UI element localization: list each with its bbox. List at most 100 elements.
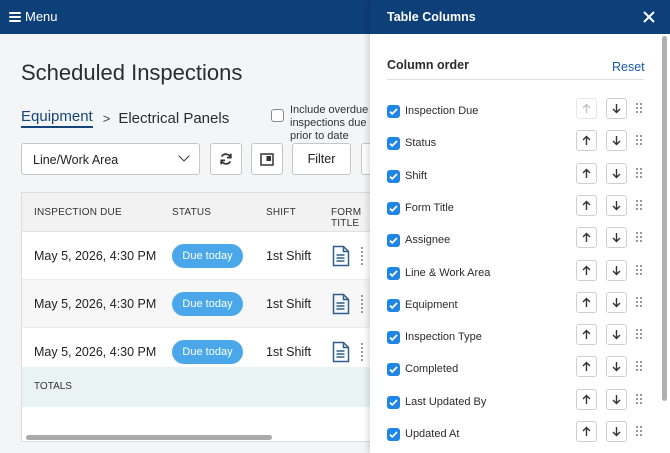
move-down-button[interactable]	[606, 98, 627, 119]
arrow-down-icon	[612, 427, 621, 437]
column-label: Equipment	[405, 298, 458, 311]
move-up-button[interactable]	[576, 194, 597, 216]
move-down-button[interactable]	[606, 130, 627, 152]
move-up-button[interactable]	[576, 324, 597, 346]
check-icon	[389, 269, 398, 277]
work-area-select[interactable]: Line/Work Area	[21, 143, 200, 175]
move-up-button[interactable]	[576, 291, 597, 313]
column-checkbox[interactable]	[387, 331, 400, 345]
column-checkbox[interactable]	[387, 201, 400, 215]
panel-title: Table Columns	[387, 10, 476, 24]
arrow-up-icon	[582, 394, 591, 404]
move-up-button[interactable]	[576, 421, 597, 442]
move-down-button[interactable]	[606, 259, 627, 281]
column-option: Shift	[370, 161, 670, 193]
move-down-button[interactable]	[606, 162, 627, 184]
move-up-button[interactable]	[576, 356, 597, 378]
row-divider	[361, 343, 363, 361]
inspection-due-cell: May 5, 2026, 4:30 PM	[34, 249, 157, 263]
column-header-status[interactable]: STATUS	[172, 207, 211, 218]
inspections-table: INSPECTION DUE STATUS SHIFT FORM TITLE M…	[21, 192, 381, 442]
document-icon[interactable]	[332, 341, 350, 363]
document-icon[interactable]	[332, 293, 350, 315]
drag-handle-icon[interactable]	[636, 393, 642, 404]
move-up-button[interactable]	[576, 388, 597, 410]
refresh-icon	[220, 153, 232, 165]
include-overdue-checkbox[interactable]	[271, 109, 284, 122]
status-badge: Due today	[172, 244, 243, 268]
arrow-down-icon	[612, 362, 621, 372]
move-down-button[interactable]	[606, 356, 627, 378]
arrow-down-icon	[612, 136, 621, 146]
drag-handle-icon[interactable]	[636, 199, 642, 210]
drag-handle-icon[interactable]	[636, 264, 642, 275]
breadcrumb-equipment-link[interactable]: Equipment	[21, 108, 93, 128]
column-label: Assignee	[405, 234, 451, 247]
arrow-up-icon	[582, 232, 591, 243]
layout-button[interactable]	[251, 143, 283, 175]
column-option: Form Title	[370, 193, 670, 225]
move-up-button[interactable]	[576, 130, 597, 152]
column-option: Line & Work Area	[370, 258, 670, 290]
drag-handle-icon[interactable]	[636, 135, 642, 146]
column-checkbox[interactable]	[387, 298, 400, 312]
breadcrumb-separator: >	[102, 110, 111, 126]
status-badge: Due today	[172, 340, 243, 364]
arrow-up-icon	[582, 426, 591, 436]
refresh-button[interactable]	[210, 143, 242, 175]
horizontal-scrollbar[interactable]	[26, 435, 272, 440]
inspection-due-cell: May 5, 2026, 4:30 PM	[34, 345, 157, 359]
arrow-down-icon	[612, 233, 621, 243]
reset-link[interactable]: Reset	[612, 60, 645, 74]
move-down-button[interactable]	[606, 194, 627, 216]
breadcrumb-current: Electrical Panels	[118, 109, 230, 127]
arrow-up-icon	[582, 297, 591, 307]
table-row[interactable]: May 5, 2026, 4:30 PM Due today 1st Shift	[22, 280, 380, 328]
vertical-scrollbar[interactable]	[662, 36, 667, 401]
inspection-due-cell: May 5, 2026, 4:30 PM	[34, 297, 157, 311]
column-label: Form Title	[405, 201, 454, 214]
filter-button-label: Filter	[307, 152, 336, 166]
drag-handle-icon[interactable]	[636, 103, 642, 113]
filter-button[interactable]: Filter	[292, 143, 351, 175]
move-down-button[interactable]	[606, 291, 627, 313]
column-header-shift[interactable]: SHIFT	[266, 207, 296, 218]
arrow-down-icon	[612, 297, 621, 308]
chevron-down-icon	[178, 150, 190, 162]
check-icon	[389, 334, 398, 342]
move-down-button[interactable]	[606, 388, 627, 410]
column-checkbox[interactable]	[387, 169, 400, 183]
table-row[interactable]: May 5, 2026, 4:30 PM Due today 1st Shift	[22, 232, 380, 280]
column-checkbox[interactable]	[387, 137, 400, 151]
document-icon[interactable]	[332, 245, 350, 267]
move-down-button[interactable]	[606, 227, 627, 249]
move-up-button[interactable]	[576, 227, 597, 249]
check-icon	[389, 431, 398, 439]
work-area-select-value: Line/Work Area	[33, 153, 119, 167]
move-down-button[interactable]	[606, 421, 627, 442]
drag-handle-icon[interactable]	[636, 329, 642, 340]
breadcrumb: Equipment > Electrical Panels	[21, 108, 229, 128]
move-up-button[interactable]	[576, 259, 597, 281]
column-checkbox[interactable]	[387, 234, 400, 248]
column-option: Last Updated By	[370, 387, 670, 419]
drag-handle-icon[interactable]	[636, 232, 642, 243]
close-icon[interactable]	[642, 10, 656, 24]
drag-handle-icon[interactable]	[636, 167, 642, 178]
column-checkbox[interactable]	[387, 428, 400, 441]
drag-handle-icon[interactable]	[636, 426, 642, 436]
column-order-label: Column order	[387, 58, 469, 72]
check-icon	[389, 205, 398, 213]
menu-button[interactable]: Menu	[9, 9, 58, 24]
move-up-button[interactable]	[576, 162, 597, 184]
column-checkbox[interactable]	[387, 105, 400, 118]
column-checkbox[interactable]	[387, 395, 400, 409]
column-header-inspection-due[interactable]: INSPECTION DUE	[34, 207, 122, 218]
layout-icon	[260, 152, 274, 166]
include-overdue-option[interactable]: Include overdue inspections due prior to…	[271, 104, 380, 143]
drag-handle-icon[interactable]	[636, 296, 642, 307]
drag-handle-icon[interactable]	[636, 361, 642, 372]
column-checkbox[interactable]	[387, 363, 400, 377]
move-down-button[interactable]	[606, 324, 627, 346]
column-checkbox[interactable]	[387, 266, 400, 280]
